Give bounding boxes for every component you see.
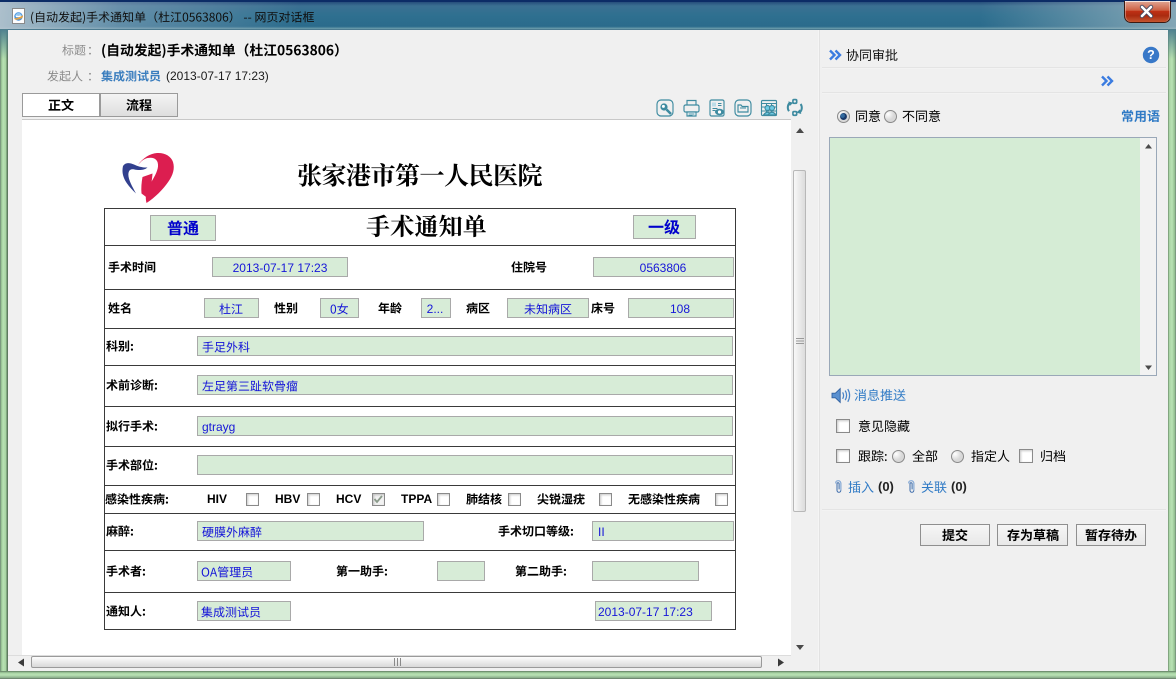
svg-text:?: ? bbox=[1147, 48, 1155, 62]
